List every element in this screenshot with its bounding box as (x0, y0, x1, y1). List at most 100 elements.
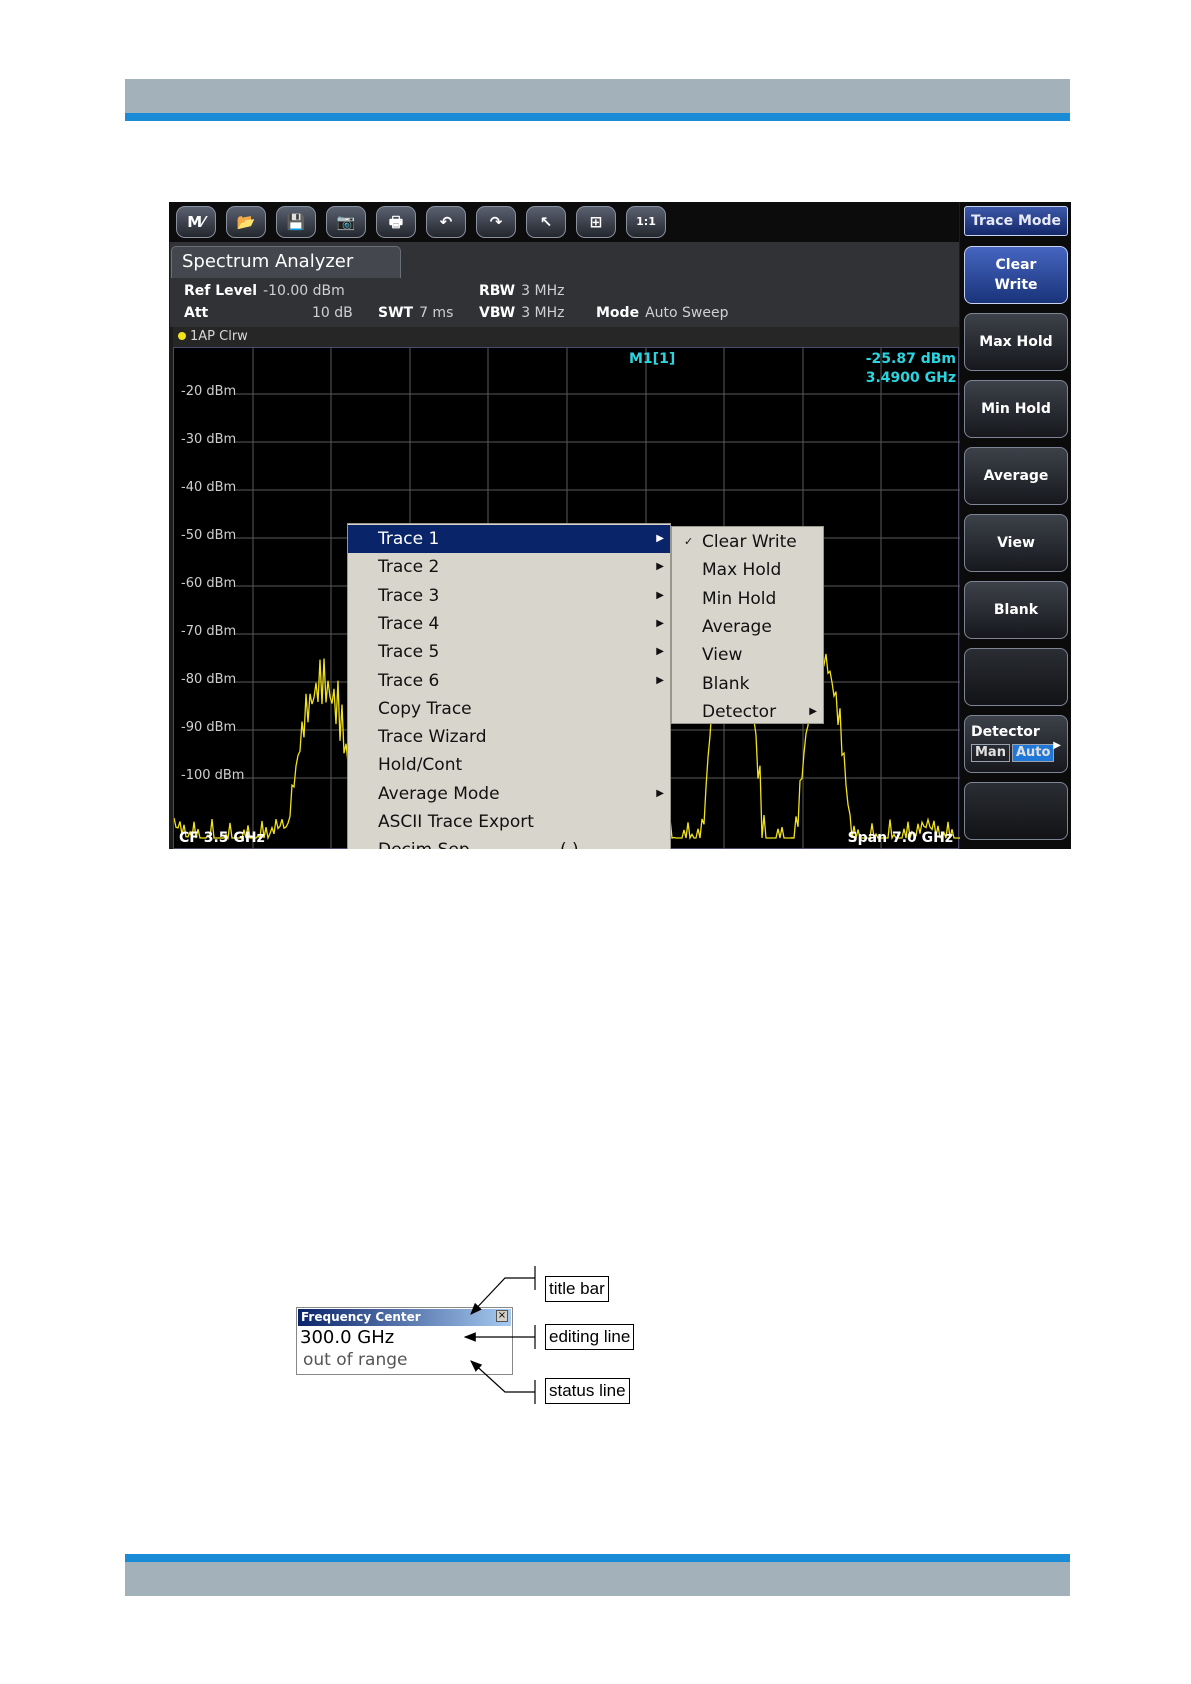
submenu-item[interactable]: Max Hold (672, 556, 823, 584)
tab-spectrum-analyzer[interactable]: Spectrum Analyzer (171, 246, 401, 278)
center-frequency: CF 3.5 GHz (179, 830, 265, 846)
footer-band (125, 1562, 1070, 1596)
menu-item[interactable]: Trace 5 ▶ (348, 638, 670, 666)
view-label: View (997, 535, 1035, 551)
rbw: RBW 3 MHz (479, 283, 565, 299)
menu-item[interactable]: Trace Wizard (348, 723, 670, 751)
spectrum-analyzer-screenshot: M⁄ 📂 💾 📷 🖶 ↶ ↷ ↖ ⊞ 1:1 Spectrum Analyzer Ref Leve… (169, 202, 1071, 849)
vbw: VBW 3 MHz (479, 305, 565, 321)
menu-item[interactable]: Trace 1 ▶ (348, 525, 670, 553)
footer-rule (125, 1554, 1070, 1562)
menu-item[interactable]: ASCII Trace Export (348, 808, 670, 836)
callout-editing-line: editing line (545, 1324, 635, 1350)
submenu-item[interactable]: View (672, 641, 823, 669)
ref-level: Ref Level -10.00 dBm (184, 283, 345, 299)
submenu-item[interactable]: Min Hold (672, 585, 823, 613)
submenu-arrow-icon: ▶ (656, 787, 664, 799)
marker-frequency: 3.4900 GHz (865, 370, 956, 386)
max-hold-softkey[interactable]: Max Hold (964, 313, 1068, 371)
menu-item[interactable]: Trace 3 ▶ (348, 582, 670, 610)
softkey-panel: Trace Mode Clear Write Max Hold Min Hold… (960, 202, 1071, 849)
open-folder-icon[interactable]: 📂 (226, 206, 266, 238)
trace-label: 1AP Clrw (190, 329, 248, 344)
zoom-reset-icon[interactable]: 1:1 (626, 206, 666, 238)
dialog-title: Frequency Center (301, 1310, 421, 1324)
trace-mode-submenu: ✓ Clear Write Max Hold Min Hold Average View B… (671, 526, 824, 724)
submenu-item[interactable]: Detector ▶ (672, 698, 823, 726)
menu-item-label: Trace 2 (378, 557, 440, 578)
view-softkey[interactable]: View (964, 514, 1068, 572)
submenu-arrow-icon: ▶ (656, 674, 664, 686)
y-tick: -70 dBm (181, 624, 237, 639)
detector-auto-option[interactable]: Auto (1011, 744, 1055, 762)
dialog-title-bar[interactable]: Frequency Center (298, 1309, 511, 1326)
y-tick: -30 dBm (181, 432, 237, 447)
marker-name: M1[1] (629, 351, 676, 367)
menu-item-label: Trace 6 (378, 670, 440, 691)
callout-title-bar: title bar (545, 1276, 609, 1302)
menu-item[interactable]: Decim Sep (.) , (348, 836, 670, 849)
submenu-item-label: Blank (702, 673, 750, 694)
trace-info-bar: 1AP Clrw (173, 327, 959, 347)
print-icon[interactable]: 🖶 (376, 206, 416, 238)
menu-item-label: Trace 3 (378, 585, 440, 606)
menu-item-label: Average Mode (378, 783, 500, 804)
submenu-arrow-icon: ▶ (1053, 740, 1061, 751)
zoom-area-icon[interactable]: ⊞ (576, 206, 616, 238)
submenu-arrow-icon: ▶ (656, 533, 664, 544)
pointer-icon[interactable]: ↖ (526, 206, 566, 238)
menu-item-label: Trace 5 (378, 642, 440, 663)
diagram[interactable]: 1AP Clrw -20 dBm -30 dBm -40 dBm -50 dBm… (173, 327, 960, 849)
menu-item-label: Trace 1 (378, 529, 440, 549)
submenu-item-label: Detector (702, 701, 777, 722)
submenu-arrow-icon: ▶ (656, 561, 664, 573)
menu-item[interactable]: Copy Trace (348, 695, 670, 723)
redo-icon[interactable]: ↷ (476, 206, 516, 238)
submenu-item[interactable]: ✓ Clear Write (672, 528, 823, 556)
y-tick: -80 dBm (181, 672, 237, 687)
menu-item-label: Decim Sep (378, 840, 470, 849)
att-value: 10 dB (312, 305, 353, 321)
menu-item[interactable]: Average Mode ▶ (348, 780, 670, 808)
marker-level: -25.87 dBm (865, 351, 956, 367)
mode: Mode Auto Sweep (596, 305, 729, 321)
submenu-item-label: Max Hold (702, 560, 782, 581)
submenu-arrow-icon: ▶ (809, 705, 817, 717)
header-rule (125, 113, 1070, 121)
y-tick: -100 dBm (181, 768, 245, 783)
y-tick: -20 dBm (181, 384, 237, 399)
menu-item-value: (.) , (560, 836, 589, 849)
close-icon[interactable]: × (496, 1310, 508, 1322)
average-softkey[interactable]: Average (964, 447, 1068, 505)
mode-icon[interactable]: M⁄ (176, 206, 216, 238)
undo-icon[interactable]: ↶ (426, 206, 466, 238)
dialog-editing-line[interactable]: 300.0 GHz (300, 1327, 394, 1348)
empty-softkey (964, 648, 1068, 706)
camera-icon[interactable]: 📷 (326, 206, 366, 238)
submenu-arrow-icon: ▶ (656, 589, 664, 601)
span: Span 7.0 GHz (847, 830, 953, 846)
callout-status-line: status line (545, 1378, 630, 1404)
blank-label: Blank (993, 602, 1039, 618)
min-hold-softkey[interactable]: Min Hold (964, 380, 1068, 438)
detector-softkey[interactable]: Detector Man Auto ▶ (964, 715, 1068, 773)
menu-item-label: Copy Trace (378, 698, 472, 719)
menu-item[interactable]: Trace 2 ▶ (348, 553, 670, 581)
toolbar: M⁄ 📂 💾 📷 🖶 ↶ ↷ ↖ ⊞ 1:1 (169, 202, 959, 242)
submenu-item-label: Min Hold (702, 588, 777, 609)
submenu-arrow-icon: ▶ (656, 646, 664, 658)
submenu-item-label: Clear Write (702, 532, 797, 552)
save-icon[interactable]: 💾 (276, 206, 316, 238)
clear-write-softkey[interactable]: Clear Write (964, 246, 1068, 304)
min-hold-label: Min Hold (981, 401, 1051, 417)
detector-man-option[interactable]: Man (971, 744, 1010, 762)
submenu-item[interactable]: Blank (672, 670, 823, 698)
blank-softkey[interactable]: Blank (964, 581, 1068, 639)
menu-item[interactable]: Hold/Cont (348, 751, 670, 779)
menu-item[interactable]: Trace 4 ▶ (348, 610, 670, 638)
y-tick: -90 dBm (181, 720, 237, 735)
softkey-menu-title: Trace Mode (964, 206, 1068, 236)
submenu-item[interactable]: Average (672, 613, 823, 641)
menu-item[interactable]: Trace 6 ▶ (348, 667, 670, 695)
input-dialog: Frequency Center × 300.0 GHz out of rang… (296, 1307, 513, 1375)
